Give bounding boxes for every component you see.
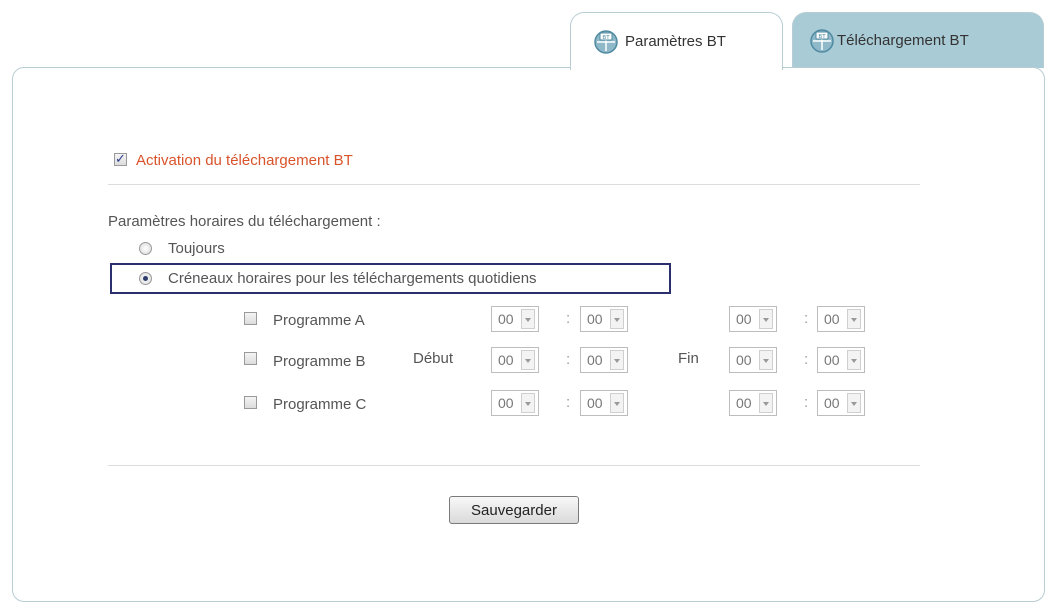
chevron-down-icon bbox=[847, 393, 861, 413]
chevron-down-icon bbox=[610, 309, 624, 329]
program-c-end-hour-select[interactable]: 00 bbox=[729, 390, 777, 416]
chevron-down-icon bbox=[521, 309, 535, 329]
start-label: Début bbox=[413, 350, 454, 367]
program-a-end-minute-select[interactable]: 00 bbox=[817, 306, 865, 332]
tab-label: Téléchargement BT bbox=[837, 32, 969, 49]
program-a-label: Programme A bbox=[273, 312, 365, 329]
activation-label: Activation du téléchargement BT bbox=[136, 152, 353, 169]
chevron-down-icon bbox=[759, 393, 773, 413]
chevron-down-icon bbox=[521, 393, 535, 413]
divider-bottom bbox=[108, 465, 920, 466]
program-b-start-hour-select[interactable]: 00 bbox=[491, 347, 539, 373]
time-separator: : bbox=[566, 351, 571, 368]
end-label: Fin bbox=[678, 350, 699, 367]
schedule-heading: Paramètres horaires du téléchargement : bbox=[108, 213, 381, 230]
save-button[interactable]: Sauvegarder bbox=[449, 496, 579, 524]
time-separator: : bbox=[804, 310, 809, 327]
program-a-start-minute-select[interactable]: 00 bbox=[580, 306, 628, 332]
radio-toujours-label: Toujours bbox=[168, 240, 225, 257]
program-b-end-hour-select[interactable]: 00 bbox=[729, 347, 777, 373]
chevron-down-icon bbox=[759, 350, 773, 370]
radio-creneaux-label: Créneaux horaires pour les téléchargemen… bbox=[168, 270, 537, 287]
program-b-checkbox[interactable] bbox=[244, 352, 257, 365]
time-separator: : bbox=[566, 394, 571, 411]
chevron-down-icon bbox=[610, 393, 624, 413]
tab-telechargement-bt[interactable]: BT Téléchargement BT bbox=[792, 12, 1044, 68]
program-c-checkbox[interactable] bbox=[244, 396, 257, 409]
bt-globe-icon: BT bbox=[810, 28, 834, 53]
program-b-start-minute-select[interactable]: 00 bbox=[580, 347, 628, 373]
chevron-down-icon bbox=[847, 309, 861, 329]
program-a-start-hour-select[interactable]: 00 bbox=[491, 306, 539, 332]
svg-text:BT: BT bbox=[602, 35, 610, 41]
chevron-down-icon bbox=[759, 309, 773, 329]
program-c-start-minute-select[interactable]: 00 bbox=[580, 390, 628, 416]
divider-top bbox=[108, 184, 920, 185]
program-b-end-minute-select[interactable]: 00 bbox=[817, 347, 865, 373]
chevron-down-icon bbox=[521, 350, 535, 370]
chevron-down-icon bbox=[847, 350, 861, 370]
program-c-label: Programme C bbox=[273, 396, 367, 413]
activation-checkbox[interactable] bbox=[114, 151, 127, 167]
tab-parametres-bt[interactable]: BT Paramètres BT bbox=[570, 12, 783, 70]
tab-label: Paramètres BT bbox=[625, 33, 726, 50]
time-separator: : bbox=[566, 310, 571, 327]
svg-text:BT: BT bbox=[818, 34, 826, 40]
time-separator: : bbox=[804, 351, 809, 368]
program-c-start-hour-select[interactable]: 00 bbox=[491, 390, 539, 416]
program-c-end-minute-select[interactable]: 00 bbox=[817, 390, 865, 416]
program-a-checkbox[interactable] bbox=[244, 312, 257, 325]
program-a-end-hour-select[interactable]: 00 bbox=[729, 306, 777, 332]
program-b-label: Programme B bbox=[273, 353, 366, 370]
time-separator: : bbox=[804, 394, 809, 411]
radio-toujours[interactable] bbox=[139, 242, 152, 255]
bt-globe-icon: BT bbox=[594, 29, 618, 54]
chevron-down-icon bbox=[610, 350, 624, 370]
radio-creneaux[interactable] bbox=[139, 272, 152, 285]
